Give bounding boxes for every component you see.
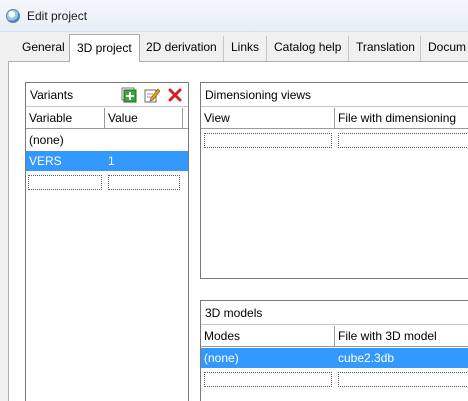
column-header-file-with-dimensioning[interactable]: File with dimensioning (335, 108, 468, 128)
dimensioning-views-title: Dimensioning views (205, 88, 312, 102)
column-header-variable[interactable]: Variable (26, 108, 105, 128)
new-value-input[interactable] (108, 175, 180, 190)
variants-title: Variants (30, 88, 74, 102)
edit-variant-icon[interactable] (144, 87, 161, 103)
variant-value-cell (105, 130, 183, 150)
delete-variant-icon[interactable] (167, 87, 183, 103)
variant-variable-cell: (none) (29, 133, 64, 147)
3d-models-panel: 3D models Modes File with 3D model (none… (200, 300, 468, 401)
add-variant-icon[interactable] (121, 87, 137, 103)
dimensioning-grid-header: View File with dimensioning (201, 108, 468, 129)
tab-2d-derivation[interactable]: 2D derivation (138, 36, 224, 62)
column-header-view[interactable]: View (201, 108, 335, 128)
tab-translation[interactable]: Translation (348, 36, 422, 62)
app-icon (6, 9, 20, 23)
new-3d-model-file-input[interactable] (338, 372, 468, 387)
3d-models-grid-header: Modes File with 3D model (201, 326, 468, 347)
tab-catalog-help[interactable]: Catalog help (266, 36, 348, 62)
3d-models-title: 3D models (205, 306, 263, 320)
tab-documents[interactable]: Docum (420, 36, 468, 62)
new-mode-input[interactable] (204, 372, 332, 387)
dimensioning-views-panel: Dimensioning views View File with dimens… (200, 82, 468, 279)
tab-links[interactable]: Links (223, 36, 266, 62)
new-view-input[interactable] (204, 133, 332, 148)
variant-value-cell: 1 (108, 154, 115, 168)
3d-model-file-cell: cube2.3db (338, 351, 395, 365)
dimensioning-views-header: Dimensioning views (201, 83, 468, 107)
edit-project-window: Edit project General 3D project 2D deriv… (0, 0, 468, 401)
window-title: Edit project (27, 9, 88, 23)
column-header-modes[interactable]: Modes (201, 326, 335, 346)
variants-header: Variants (26, 83, 188, 107)
3d-models-header: 3D models (201, 301, 468, 325)
variant-variable-cell: VERS (29, 154, 62, 168)
tab-strip: General 3D project 2D derivation Links C… (0, 32, 468, 62)
dimensioning-new-row[interactable] (201, 130, 468, 150)
variant-new-row[interactable] (26, 172, 188, 192)
tab-3d-project[interactable]: 3D project (69, 34, 140, 62)
new-variable-input[interactable] (28, 175, 102, 190)
column-header-file-with-3d-model[interactable]: File with 3D model (335, 326, 468, 346)
column-header-value[interactable]: Value (105, 108, 183, 128)
3d-model-new-row[interactable] (201, 369, 468, 389)
3d-model-mode-cell: (none) (204, 351, 239, 365)
variant-row-vers[interactable]: VERS 1 (26, 151, 188, 171)
3d-model-row[interactable]: (none) cube2.3db (201, 348, 468, 368)
variants-grid-header: Variable Value (26, 108, 188, 129)
tab-general[interactable]: General (15, 36, 72, 62)
variants-panel: Variants Variable Value (none) VERS 1 (25, 82, 189, 401)
variant-row-none[interactable]: (none) (26, 130, 188, 150)
title-bar[interactable]: Edit project (0, 0, 468, 32)
new-dimensioning-file-input[interactable] (338, 133, 468, 148)
